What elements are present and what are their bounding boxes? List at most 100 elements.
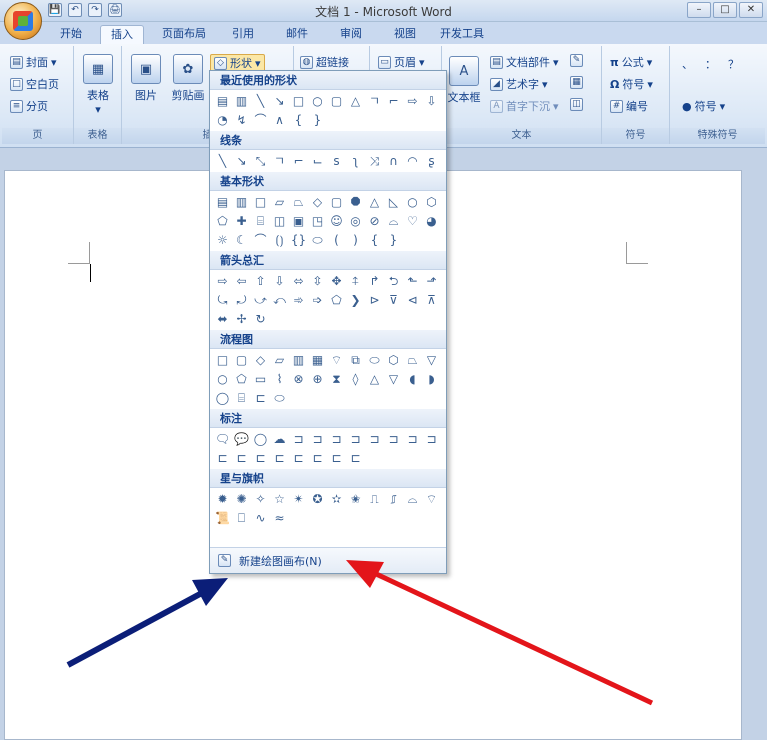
horizontal-scroll-shape[interactable]: ⎕ xyxy=(233,509,250,526)
vertical-textbox-shape[interactable]: ▥ xyxy=(233,193,250,210)
bevel-shape[interactable]: ▣ xyxy=(290,212,307,229)
collate-shape[interactable]: ⧗ xyxy=(328,370,345,387)
curved-double-arrow-shape[interactable]: ⤨ xyxy=(366,152,383,169)
process-shape[interactable]: □ xyxy=(214,351,231,368)
line-callout-8-shape[interactable]: ⊐ xyxy=(423,430,440,447)
tab-home[interactable]: 开始 xyxy=(50,25,92,44)
alternate-process-shape[interactable]: ▢ xyxy=(233,351,250,368)
wordart-button[interactable]: ◢ 艺术字 ▾ xyxy=(490,76,548,92)
right-arrow-shape[interactable]: ⇨ xyxy=(214,272,231,289)
special-symbol-comma[interactable]: 、 xyxy=(682,56,693,72)
elbow-connector-shape[interactable]: ㄱ xyxy=(366,92,383,109)
border-callout-3-shape[interactable]: ⊏ xyxy=(328,449,345,466)
scribble-shape[interactable]: ʂ xyxy=(423,152,440,169)
sequential-storage-shape[interactable]: ◯ xyxy=(214,389,231,406)
close-button[interactable]: ✕ xyxy=(739,2,763,18)
minimize-button[interactable]: – xyxy=(687,2,711,18)
curved-up-arrow-shape[interactable]: ⤻ xyxy=(252,291,269,308)
diamond-shape[interactable]: ◇ xyxy=(309,193,326,210)
tab-view[interactable]: 视图 xyxy=(384,25,426,44)
right-brace-shape[interactable]: } xyxy=(385,231,402,248)
double-wave-shape[interactable]: ≈ xyxy=(271,509,288,526)
line-shape[interactable]: ╲ xyxy=(214,152,231,169)
up-ribbon-shape[interactable]: ⎍ xyxy=(366,490,383,507)
vertical-textbox-shape[interactable]: ▥ xyxy=(233,92,250,109)
or-shape[interactable]: ⊕ xyxy=(309,370,326,387)
summing-junction-shape[interactable]: ⊗ xyxy=(290,370,307,387)
signature-line-button[interactable]: ✎ xyxy=(570,54,583,67)
equation-button[interactable]: π 公式 ▾ xyxy=(610,54,652,70)
direct-storage-shape[interactable]: ⊏ xyxy=(252,389,269,406)
rounded-rect-callout-shape[interactable]: 💬 xyxy=(233,430,250,447)
textbox-shape[interactable]: ▤ xyxy=(214,92,231,109)
right-arrow-shape[interactable]: ⇨ xyxy=(404,92,421,109)
curved-left-arrow-shape[interactable]: ⤾ xyxy=(233,291,250,308)
rounded-rect-shape[interactable]: ▢ xyxy=(328,193,345,210)
stored-data-shape[interactable]: ◖ xyxy=(404,370,421,387)
curved-connector-shape[interactable]: ꜱ xyxy=(328,152,345,169)
line-callout-6-shape[interactable]: ⊐ xyxy=(385,430,402,447)
date-time-button[interactable]: ▦ xyxy=(570,76,583,89)
display-shape[interactable]: ⬭ xyxy=(271,389,288,406)
freeform-line-shape[interactable]: ◠ xyxy=(404,152,421,169)
drop-cap-button[interactable]: A 首字下沉 ▾ xyxy=(490,98,559,114)
textbox-button[interactable]: A 文本框 xyxy=(444,56,484,105)
tab-developer[interactable]: 开发工具 xyxy=(430,25,494,44)
notched-right-arrow-shape[interactable]: ➩ xyxy=(309,291,326,308)
right-triangle-shape[interactable]: ◺ xyxy=(385,193,402,210)
bent-arrow-shape[interactable]: ↱ xyxy=(366,272,383,289)
right-bracket-shape[interactable]: ) xyxy=(347,231,364,248)
accent-callout-3-shape[interactable]: ⊏ xyxy=(252,449,269,466)
sort-shape[interactable]: ◊ xyxy=(347,370,364,387)
terminator-shape[interactable]: ⬭ xyxy=(366,351,383,368)
oval-shape[interactable]: ○ xyxy=(309,92,326,109)
star-4-shape[interactable]: ✧ xyxy=(252,490,269,507)
object-button[interactable]: ◫ xyxy=(570,98,583,111)
hexagon-shape[interactable]: ⬡ xyxy=(423,193,440,210)
block-arc-shape[interactable]: ⌓ xyxy=(385,212,402,229)
line-callout-3-shape[interactable]: ⊐ xyxy=(328,430,345,447)
quad-arrow-callout-shape[interactable]: ✢ xyxy=(233,310,250,327)
u-turn-arrow-shape[interactable]: ⮌ xyxy=(385,272,402,289)
tab-mailings[interactable]: 邮件 xyxy=(276,25,318,44)
left-arrow-callout-shape[interactable]: ⊲ xyxy=(404,291,421,308)
pentagon-shape[interactable]: ⬠ xyxy=(214,212,231,229)
blank-page-button[interactable]: □ 空白页 xyxy=(10,76,59,92)
quick-parts-button[interactable]: ▤ 文档部件 ▾ xyxy=(490,54,559,70)
double-arrow-shape[interactable]: ⤡ xyxy=(252,152,269,169)
curved-right-arrow-shape[interactable]: ⤿ xyxy=(214,291,231,308)
explosion-2-shape[interactable]: ✺ xyxy=(233,490,250,507)
merge-shape[interactable]: ▽ xyxy=(385,370,402,387)
chevron-shape[interactable]: ❯ xyxy=(347,291,364,308)
accent-callout-2-shape[interactable]: ⊏ xyxy=(233,449,250,466)
line-callout-2-shape[interactable]: ⊐ xyxy=(309,430,326,447)
arrow-line-shape[interactable]: ↘ xyxy=(271,92,288,109)
bend-shape[interactable]: ∧ xyxy=(271,111,288,128)
star-5-shape[interactable]: ☆ xyxy=(271,490,288,507)
delay-shape[interactable]: ◗ xyxy=(423,370,440,387)
off-page-connector-shape[interactable]: ⬠ xyxy=(233,370,250,387)
no-symbol-shape[interactable]: ⊘ xyxy=(366,212,383,229)
explosion-1-shape[interactable]: ✹ xyxy=(214,490,231,507)
down-arrow-callout-shape[interactable]: ⊽ xyxy=(385,291,402,308)
predefined-process-shape[interactable]: ▥ xyxy=(290,351,307,368)
data-shape[interactable]: ▱ xyxy=(271,351,288,368)
striped-right-arrow-shape[interactable]: ➾ xyxy=(290,291,307,308)
header-button[interactable]: ▭ 页眉 ▾ xyxy=(378,54,425,70)
line-shape[interactable]: ╲ xyxy=(252,92,269,109)
arc-shape[interactable]: ⌒ xyxy=(252,111,269,128)
rounded-rect-shape[interactable]: ▢ xyxy=(328,92,345,109)
new-drawing-canvas-item[interactable]: ✎ 新建绘图画布(N) xyxy=(210,547,446,573)
can-shape[interactable]: ⌸ xyxy=(252,212,269,229)
right-arrow-callout-shape[interactable]: ⊳ xyxy=(366,291,383,308)
picture-button[interactable]: ▣ 图片 xyxy=(126,54,166,103)
cloud-callout-shape[interactable]: ☁ xyxy=(271,430,288,447)
heart-shape[interactable]: ♡ xyxy=(404,212,421,229)
oval-callout-shape[interactable]: ◯ xyxy=(252,430,269,447)
document-shape[interactable]: ⌔ xyxy=(328,351,345,368)
left-bracket-shape[interactable]: ( xyxy=(328,231,345,248)
moon-shape[interactable]: ☾ xyxy=(233,231,250,248)
office-button[interactable] xyxy=(4,2,42,40)
double-brace-shape[interactable]: {} xyxy=(290,231,307,248)
arc-shape[interactable]: ⌒ xyxy=(252,231,269,248)
